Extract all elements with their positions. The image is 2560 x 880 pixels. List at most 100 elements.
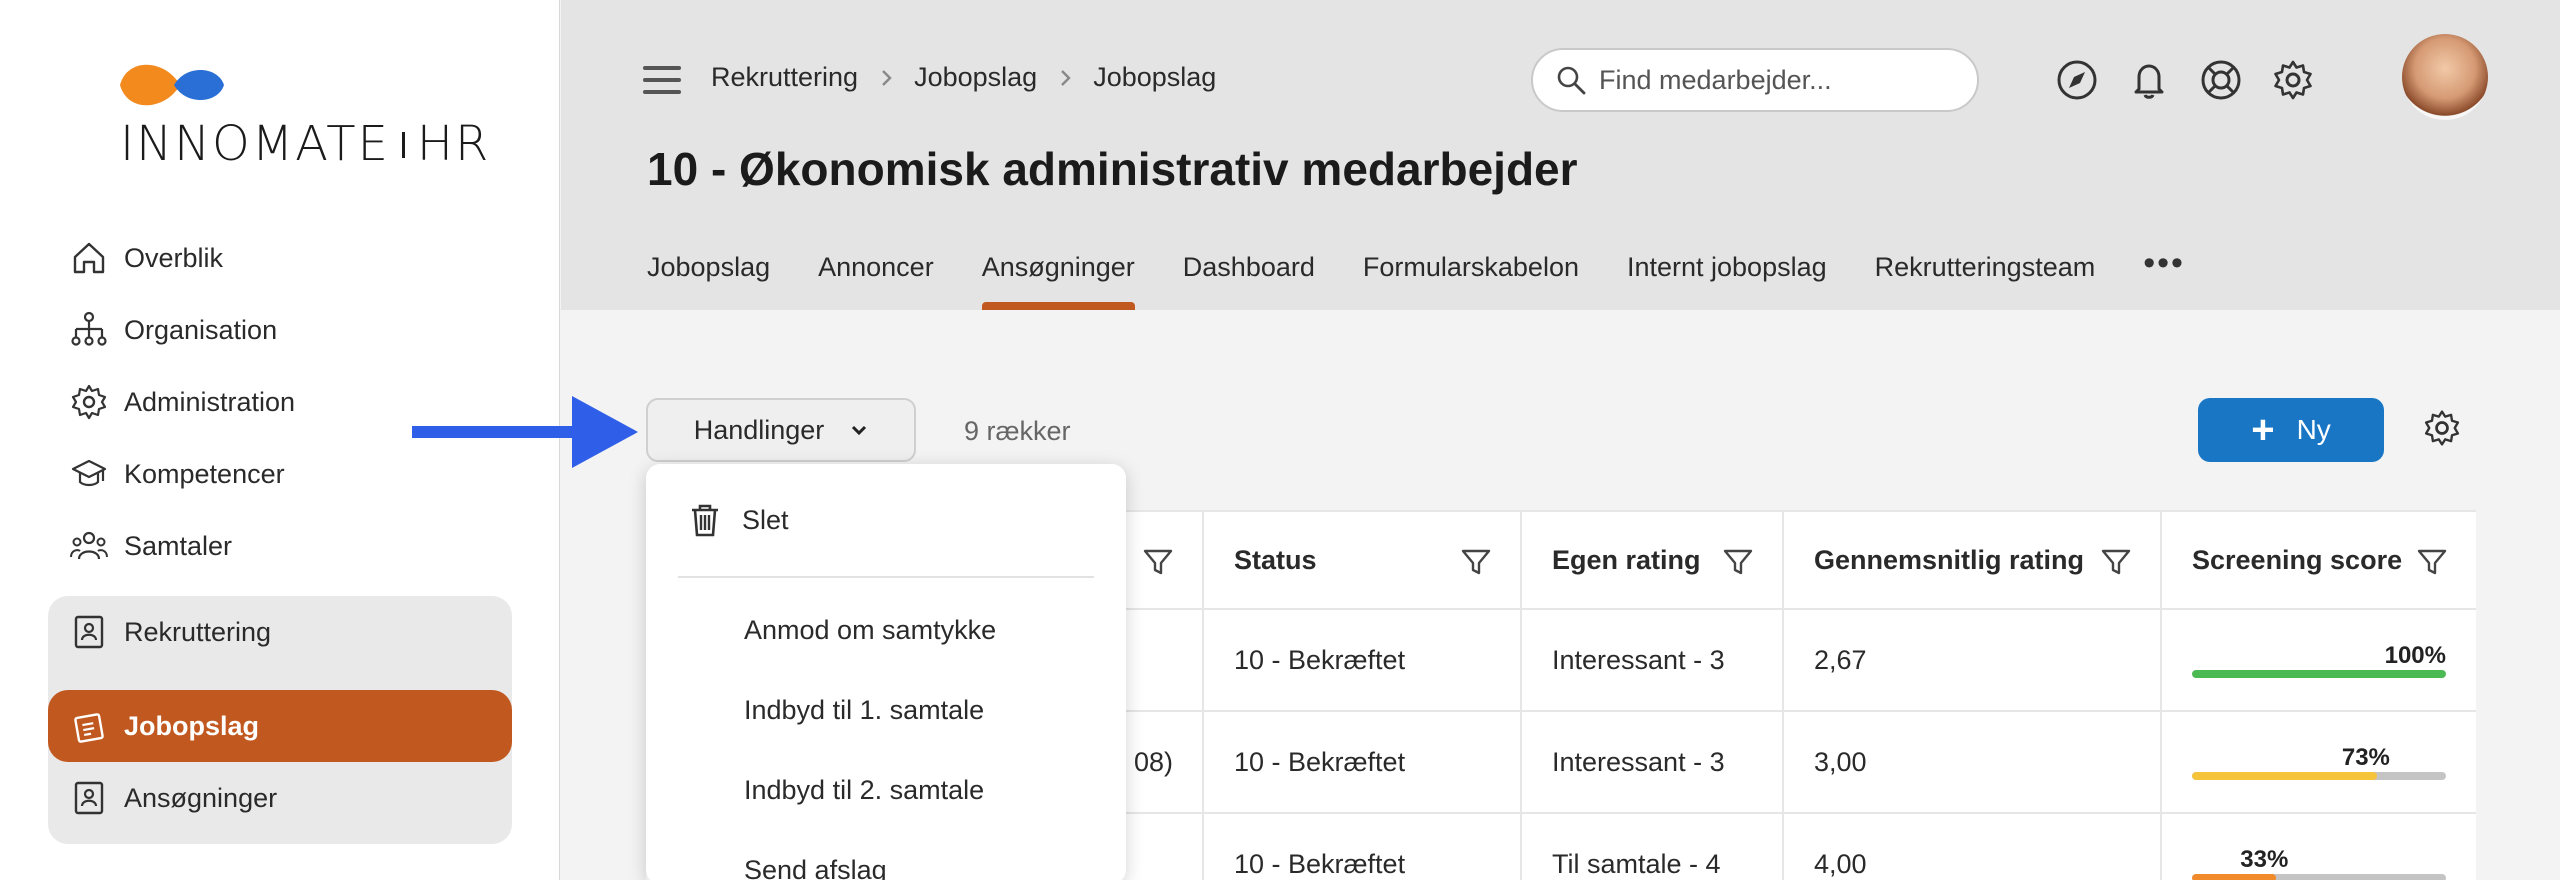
score-fill: [2192, 670, 2446, 678]
sidebar-item-label: Overblik: [124, 242, 224, 273]
cell-avg-rating: 2,67: [1784, 610, 2162, 710]
pointer-arrow-icon: [412, 396, 638, 468]
sidebar-item-label: Samtaler: [124, 530, 233, 561]
menu-item-request-consent[interactable]: Anmod om samtykke: [646, 590, 1126, 670]
sidebar-nav: Overblik Organisation Administration Kom…: [48, 222, 512, 844]
sidebar-item-organisation[interactable]: Organisation: [48, 294, 512, 366]
filter-icon[interactable]: [1460, 546, 1492, 578]
trash-icon: [692, 504, 718, 537]
bell-icon[interactable]: [2127, 58, 2171, 102]
column-header-status: Status: [1204, 512, 1522, 608]
sidebar-item-samtaler[interactable]: Samtaler: [48, 510, 512, 582]
score-meter: 73%: [2192, 744, 2446, 780]
cell-screening-score: 33%: [2162, 814, 2476, 880]
cell-own-rating: Interessant - 3: [1522, 610, 1784, 710]
more-tabs-icon[interactable]: •••: [2143, 244, 2185, 310]
tab-annoncer[interactable]: Annoncer: [818, 252, 934, 310]
people-icon: [70, 531, 108, 560]
sidebar-item-label: Administration: [124, 386, 296, 417]
filter-icon[interactable]: [1142, 546, 1174, 578]
sidebar-item-label: Rekruttering: [124, 616, 272, 647]
cell-status: 10 - Bekræftet: [1204, 712, 1522, 812]
score-meter: 33%: [2192, 846, 2446, 880]
chevron-right-icon: [882, 69, 892, 86]
user-avatar[interactable]: [2402, 34, 2488, 120]
tab-dashboard[interactable]: Dashboard: [1183, 252, 1315, 310]
filter-icon[interactable]: [2100, 546, 2132, 578]
score-bar: [2192, 874, 2446, 880]
actions-dropdown-button[interactable]: Handlinger: [646, 398, 916, 462]
table-settings-icon[interactable]: [2422, 408, 2462, 448]
score-bar: [2192, 772, 2446, 780]
score-fill: [2192, 874, 2276, 880]
lifebuoy-icon[interactable]: [2199, 58, 2243, 102]
breadcrumb-item[interactable]: Jobopslag: [914, 62, 1037, 93]
gear-icon[interactable]: [2271, 58, 2315, 102]
cell-screening-score: 73%: [2162, 712, 2476, 812]
sidebar-item-label: Ansøgninger: [124, 782, 278, 813]
breadcrumb-item[interactable]: Jobopslag: [1093, 62, 1216, 93]
logo-mark-icon: [120, 64, 224, 106]
cell-status: 10 - Bekræftet: [1204, 814, 1522, 880]
plus-icon: +: [2251, 408, 2275, 452]
menu-item-delete[interactable]: Slet: [646, 464, 1126, 576]
column-header-screening-score: Screening score: [2162, 512, 2476, 608]
gear-icon: [71, 384, 107, 420]
page-header: Rekruttering Jobopslag Jobopslag 10 - Øk…: [561, 0, 2560, 310]
tab-bar: Jobopslag Annoncer Ansøgninger Dashboard…: [647, 244, 2185, 310]
sidebar-item-jobopslag[interactable]: Jobopslag: [48, 690, 512, 762]
filter-icon[interactable]: [2416, 546, 2448, 578]
cell-status: 10 - Bekræftet: [1204, 610, 1522, 710]
sidebar-item-label: Jobopslag: [124, 710, 260, 741]
score-label: 73%: [2341, 744, 2390, 771]
badge-icon: [74, 615, 104, 649]
cell-own-rating: Til samtale - 4: [1522, 814, 1784, 880]
actions-label: Handlinger: [693, 414, 825, 445]
filter-icon[interactable]: [1722, 546, 1754, 578]
column-header-own-rating: Egen rating: [1522, 512, 1784, 608]
org-chart-icon: [71, 311, 107, 346]
tab-ansogninger[interactable]: Ansøgninger: [981, 252, 1135, 310]
tab-internt-jobopslag[interactable]: Internt jobopslag: [1627, 252, 1827, 310]
sidebar-item-overblik[interactable]: Overblik: [48, 222, 512, 294]
navigate-icon[interactable]: [2055, 58, 2099, 102]
score-label: 33%: [2240, 846, 2289, 873]
menu-item-send-rejection[interactable]: Send afslag: [646, 830, 1126, 880]
cell-screening-score: 100%: [2162, 610, 2476, 710]
search-box: [1531, 48, 1979, 112]
score-fill: [2192, 772, 2378, 780]
menu-item-invite-first-interview[interactable]: Indbyd til 1. samtale: [646, 670, 1126, 750]
cell-avg-rating: 4,00: [1784, 814, 2162, 880]
tab-formularskabelon[interactable]: Formularskabelon: [1363, 252, 1579, 310]
chevron-right-icon: [1061, 69, 1071, 86]
breadcrumb: Rekruttering Jobopslag Jobopslag: [711, 62, 1216, 93]
search-input[interactable]: [1599, 64, 1959, 96]
score-bar: [2192, 670, 2446, 678]
sidebar-item-label: Kompetencer: [124, 458, 285, 489]
new-button[interactable]: + Ny: [2198, 398, 2384, 462]
home-icon: [73, 242, 105, 274]
innomate-logo[interactable]: INNOMATE HR: [118, 60, 488, 172]
job-post-icon: [74, 713, 104, 743]
column-header-avg-rating: Gennemsnitlig rating: [1784, 512, 2162, 608]
sidebar-group-rekruttering: Rekruttering Jobopslag Ansøgninger: [48, 596, 512, 844]
menu-toggle-icon[interactable]: [643, 66, 681, 96]
sidebar-item-label: Organisation: [124, 314, 278, 345]
tab-jobopslag[interactable]: Jobopslag: [647, 252, 770, 310]
logo-text: INNOMATE HR: [120, 116, 491, 172]
new-button-label: Ny: [2296, 414, 2331, 445]
cell-avg-rating: 3,00: [1784, 712, 2162, 812]
graduation-cap-icon: [71, 459, 107, 487]
sidebar-item-rekruttering[interactable]: Rekruttering: [48, 596, 512, 668]
actions-menu: Slet Anmod om samtykke Indbyd til 1. sam…: [646, 464, 1126, 880]
page-title: 10 - Økonomisk administrativ medarbejder: [647, 143, 1578, 195]
row-count: 9 rækker: [964, 416, 1071, 446]
score-label: 100%: [2384, 642, 2446, 669]
sidebar-item-ansogninger[interactable]: Ansøgninger: [48, 762, 512, 834]
menu-item-invite-second-interview[interactable]: Indbyd til 2. samtale: [646, 750, 1126, 830]
tab-rekrutteringsteam[interactable]: Rekrutteringsteam: [1875, 252, 2096, 310]
search-icon: [1557, 66, 1586, 95]
badge-icon: [74, 781, 104, 815]
breadcrumb-item[interactable]: Rekruttering: [711, 62, 858, 93]
score-meter: 100%: [2192, 642, 2446, 678]
